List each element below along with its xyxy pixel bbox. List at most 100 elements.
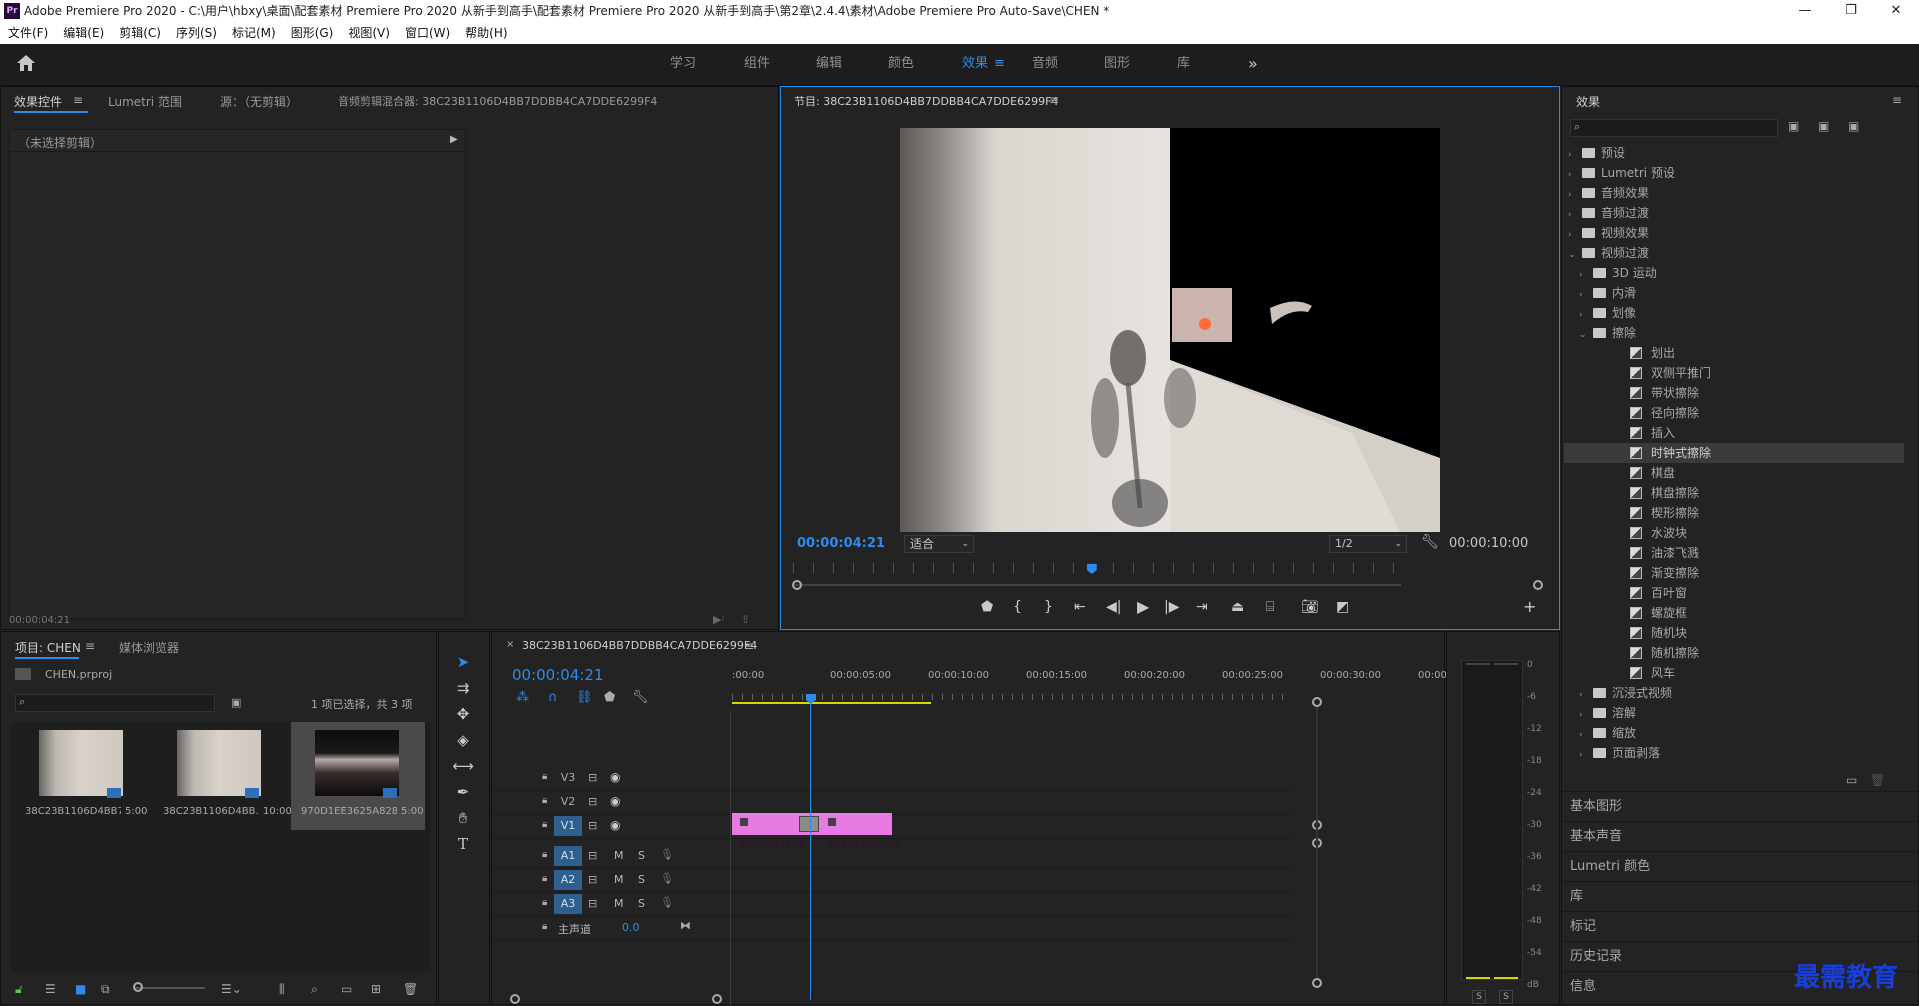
effect-item[interactable]: 带状擦除 bbox=[1564, 383, 1904, 403]
track-target[interactable]: A2 bbox=[554, 870, 582, 890]
menu-item[interactable]: 视图(V) bbox=[348, 26, 390, 40]
track-lock-icon[interactable]: 🔒︎ bbox=[542, 873, 547, 884]
delete-icon[interactable]: 🗑︎ bbox=[1870, 773, 1885, 787]
timeline-menu-icon[interactable]: ≡ bbox=[744, 639, 754, 653]
nest-icon[interactable]: ⁂ bbox=[516, 690, 529, 705]
panel-menu-icon[interactable]: ≡ bbox=[73, 93, 83, 107]
track-lock-icon[interactable]: 🔒︎ bbox=[542, 771, 547, 782]
workspace-tab[interactable]: 颜色 bbox=[888, 52, 914, 76]
tab-media-browser[interactable]: 媒体浏览器 bbox=[119, 639, 179, 656]
effect-folder[interactable]: › 划像 bbox=[1564, 303, 1904, 323]
automate-to-sequence-icon[interactable]: ⫼ bbox=[279, 982, 285, 997]
close-sequence-icon[interactable]: × bbox=[506, 639, 514, 650]
effect-folder[interactable]: › 页面剥落 bbox=[1564, 743, 1904, 763]
effect-folder[interactable]: › 音频过渡 bbox=[1564, 203, 1904, 223]
menu-item[interactable]: 文件(F) bbox=[8, 26, 48, 40]
mark-in-icon[interactable]: { bbox=[1013, 599, 1022, 615]
effect-item[interactable]: 风车 bbox=[1564, 663, 1904, 683]
effect-item[interactable]: 渐变擦除 bbox=[1564, 563, 1904, 583]
menu-item[interactable]: 标记(M) bbox=[232, 26, 276, 40]
project-item[interactable]: 970D1EE3625A8286... 5:00 bbox=[291, 722, 425, 830]
track-target[interactable]: V3 bbox=[554, 768, 582, 788]
compare-view-icon[interactable]: ◩ bbox=[1336, 599, 1349, 615]
effect-folder[interactable]: › Lumetri 预设 bbox=[1564, 163, 1904, 183]
sync-lock-icon[interactable]: ⊟ bbox=[588, 819, 597, 832]
find-icon[interactable]: ⌕ bbox=[311, 982, 318, 997]
track-target[interactable]: V2 bbox=[554, 792, 582, 812]
vertical-scrollbar[interactable] bbox=[1316, 707, 1318, 977]
timeline-ruler[interactable]: :00:00 00:00:05:00 00:00:10:00 00:00:15:00 0… bbox=[732, 670, 1450, 694]
find-bin-icon[interactable]: ▣ bbox=[231, 696, 241, 709]
effect-item[interactable]: 油漆飞溅 bbox=[1564, 543, 1904, 563]
track-lock-icon[interactable]: 🔒︎ bbox=[542, 897, 547, 908]
master-volume-value[interactable]: 0.0 bbox=[622, 921, 640, 934]
hand-tool-icon[interactable]: ✋︎ bbox=[451, 806, 475, 830]
slip-tool-icon[interactable]: ⟷ bbox=[451, 754, 475, 778]
home-icon[interactable] bbox=[16, 54, 38, 74]
scroll-handle-right[interactable] bbox=[1533, 580, 1543, 590]
lock-icon[interactable]: 🔓︎ bbox=[15, 982, 23, 997]
restore-icon[interactable]: ❐ bbox=[1828, 0, 1874, 22]
effect-folder[interactable]: › 沉浸式视频 bbox=[1564, 683, 1904, 703]
close-icon[interactable]: ✕ bbox=[1873, 0, 1919, 22]
new-bin-icon[interactable]: ▭ bbox=[341, 982, 352, 996]
sync-lock-icon[interactable]: ⊟ bbox=[588, 795, 597, 808]
tab-audio-clip-mixer[interactable]: 音频剪辑混合器: 38C23B1106D4BB7DDBB4CA7DDE6299F… bbox=[338, 93, 657, 109]
play-icon[interactable]: ▶ bbox=[1137, 597, 1149, 616]
hscroll-handle-left[interactable] bbox=[510, 994, 520, 1004]
track-lock-icon[interactable]: 🔒︎ bbox=[542, 849, 547, 860]
chevron-down-icon[interactable]: ⌄ bbox=[1568, 245, 1578, 265]
add-marker-icon[interactable]: ⬟ bbox=[981, 599, 993, 615]
effect-item[interactable]: 螺旋框 bbox=[1564, 603, 1904, 623]
effect-folder[interactable]: › 3D 运动 bbox=[1564, 263, 1904, 283]
chevron-right-icon[interactable]: › bbox=[1579, 305, 1589, 325]
menu-item[interactable]: 图形(G) bbox=[291, 26, 334, 40]
chevron-right-icon[interactable]: › bbox=[1579, 685, 1589, 705]
effect-folder[interactable]: ⌄ 擦除 bbox=[1564, 323, 1904, 343]
selection-tool-icon[interactable]: ➤ bbox=[451, 650, 475, 674]
timeline-settings-icon[interactable]: 🔧︎ bbox=[632, 690, 649, 705]
razor-tool-icon[interactable]: ◈ bbox=[451, 728, 475, 752]
chevron-right-icon[interactable]: › bbox=[1568, 205, 1578, 225]
effect-item[interactable]: 楔形擦除 bbox=[1564, 503, 1904, 523]
snap-icon[interactable]: ∩ bbox=[548, 690, 558, 705]
program-timecode[interactable]: 00:00:04:21 bbox=[797, 536, 885, 551]
effect-item[interactable]: 随机块 bbox=[1564, 623, 1904, 643]
panel-section-header[interactable]: 库 bbox=[1562, 881, 1918, 911]
menu-item[interactable]: 帮助(H) bbox=[465, 26, 507, 40]
menu-item[interactable]: 序列(S) bbox=[176, 26, 217, 40]
vscroll-handle[interactable] bbox=[1312, 978, 1322, 988]
effects-search-input[interactable]: ⌕ bbox=[1570, 119, 1778, 137]
add-marker-icon[interactable]: ⬟ bbox=[604, 690, 615, 705]
menu-item[interactable]: 编辑(E) bbox=[63, 26, 104, 40]
lift-icon[interactable]: ⏏ bbox=[1231, 599, 1244, 615]
button-editor-icon[interactable]: + bbox=[1523, 597, 1536, 616]
zoom-slider[interactable] bbox=[135, 987, 205, 989]
chevron-right-icon[interactable]: › bbox=[1579, 265, 1589, 285]
effect-item[interactable]: 棋盘擦除 bbox=[1564, 483, 1904, 503]
scroll-handle-left[interactable] bbox=[792, 580, 802, 590]
effect-folder[interactable]: › 预设 bbox=[1564, 143, 1904, 163]
effect-folder[interactable]: › 缩放 bbox=[1564, 723, 1904, 743]
effect-folder[interactable]: › 视频效果 bbox=[1564, 223, 1904, 243]
effect-item[interactable]: 径向擦除 bbox=[1564, 403, 1904, 423]
mute-button[interactable]: M bbox=[614, 897, 624, 910]
go-to-out-icon[interactable]: ⇥ bbox=[1196, 599, 1208, 615]
go-to-end-icon[interactable]: ⧓ bbox=[680, 919, 691, 932]
chevron-right-icon[interactable]: › bbox=[1568, 165, 1578, 185]
microphone-icon[interactable]: 🎙︎ bbox=[660, 848, 674, 861]
effect-folder[interactable]: › 内滑 bbox=[1564, 283, 1904, 303]
sync-lock-icon[interactable]: ⊟ bbox=[588, 849, 597, 862]
effect-folder[interactable]: › 音频效果 bbox=[1564, 183, 1904, 203]
effect-folder[interactable]: ⌄ 视频过渡 bbox=[1564, 243, 1904, 263]
play-audio-icon[interactable]: ▶⁾ bbox=[713, 613, 724, 626]
workspace-tab[interactable]: 组件 bbox=[744, 52, 770, 76]
track-target[interactable]: A1 bbox=[554, 846, 582, 866]
freeform-view-icon[interactable]: ⧉ bbox=[101, 982, 110, 997]
effect-item[interactable]: 双侧平推门 bbox=[1564, 363, 1904, 383]
export-icon[interactable]: ⇪ bbox=[741, 613, 750, 626]
timeline-timecode[interactable]: 00:00:04:21 bbox=[512, 666, 604, 684]
workspace-tab[interactable]: 音频 bbox=[1032, 52, 1058, 76]
microphone-icon[interactable]: 🎙︎ bbox=[660, 896, 674, 909]
workspace-tab[interactable]: 库 bbox=[1177, 52, 1190, 76]
